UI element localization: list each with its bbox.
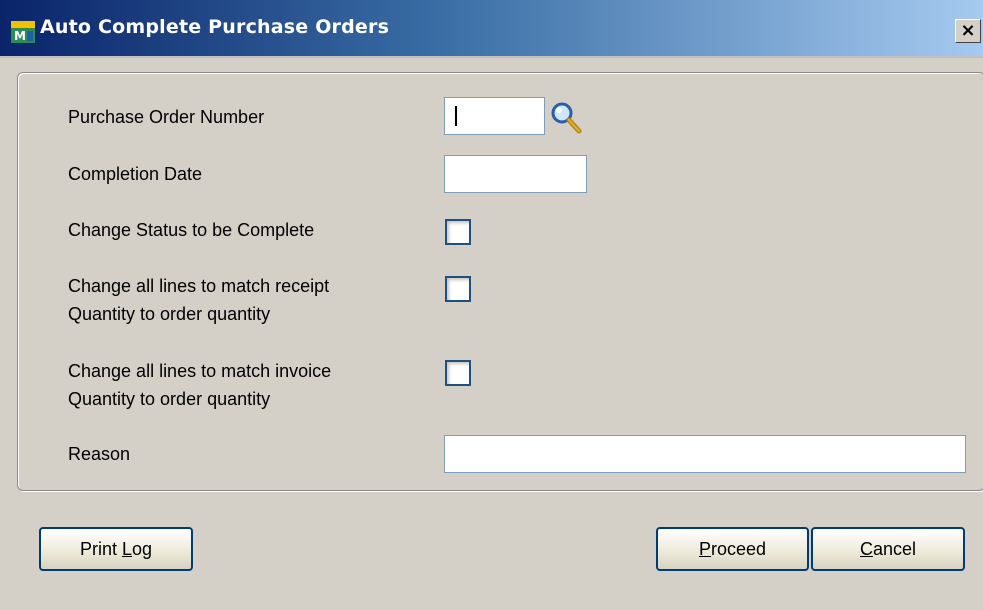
match-receipt-label-line1: Change all lines to match receipt bbox=[68, 276, 330, 296]
reason-label: Reason bbox=[68, 444, 131, 464]
po-number-input[interactable] bbox=[444, 97, 545, 135]
cancel-label-suffix: ancel bbox=[872, 539, 917, 559]
completion-date-input[interactable] bbox=[444, 155, 587, 193]
title-bar[interactable]: M Auto Complete Purchase Orders × bbox=[0, 0, 983, 58]
print-log-label-prefix: Print bbox=[79, 539, 122, 559]
match-receipt-checkbox[interactable] bbox=[445, 276, 471, 302]
print-log-mnemonic: L bbox=[121, 539, 132, 559]
proceed-label-suffix: roceed bbox=[710, 539, 767, 559]
svg-text:M: M bbox=[14, 29, 26, 43]
proceed-mnemonic: P bbox=[698, 539, 711, 559]
match-invoice-label-line2: Quantity to order quantity bbox=[68, 389, 271, 409]
po-number-label: Purchase Order Number bbox=[68, 107, 265, 127]
close-button[interactable]: × bbox=[955, 19, 981, 43]
window-title: Auto Complete Purchase Orders bbox=[40, 16, 390, 38]
change-status-label: Change Status to be Complete bbox=[68, 220, 315, 240]
proceed-button[interactable]: Proceed bbox=[656, 527, 809, 571]
print-log-button[interactable]: Print Log bbox=[39, 527, 193, 571]
completion-date-label: Completion Date bbox=[68, 164, 203, 184]
match-invoice-checkbox[interactable] bbox=[445, 360, 471, 386]
match-invoice-label-line1: Change all lines to match invoice bbox=[68, 361, 332, 381]
match-receipt-label-line2: Quantity to order quantity bbox=[68, 304, 271, 324]
text-caret bbox=[455, 106, 457, 126]
close-icon: × bbox=[960, 20, 976, 41]
cancel-mnemonic: C bbox=[859, 539, 873, 559]
cancel-button[interactable]: Cancel bbox=[811, 527, 965, 571]
change-status-checkbox[interactable] bbox=[445, 219, 471, 245]
magnifier-icon[interactable] bbox=[548, 100, 584, 136]
app-icon: M bbox=[11, 21, 35, 43]
print-log-label-suffix: og bbox=[132, 539, 153, 559]
dialog-window: M Auto Complete Purchase Orders × Purcha… bbox=[0, 0, 983, 610]
reason-input[interactable] bbox=[444, 435, 966, 473]
